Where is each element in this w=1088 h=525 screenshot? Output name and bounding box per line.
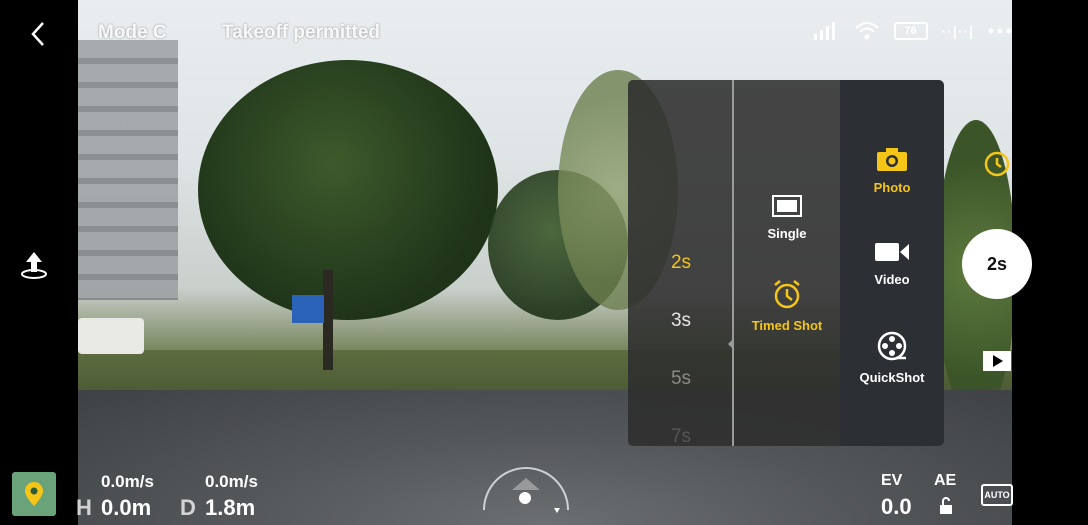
ev-value[interactable]: 0.0: [881, 494, 912, 520]
mode-photo[interactable]: Photo: [840, 146, 944, 195]
mode-quickshot[interactable]: QuickShot: [840, 330, 944, 385]
distance-value: 1.8m: [205, 495, 256, 520]
signal-icon: [813, 22, 835, 40]
camera-icon: [877, 148, 907, 171]
film-reel-icon: [877, 331, 907, 361]
ev-label: EV: [881, 472, 903, 489]
back-button[interactable]: [20, 16, 56, 52]
horizontal-speed: 0.0m/s: [205, 472, 258, 491]
gimbal-indicator: [483, 467, 569, 513]
ae-label: AE: [934, 472, 957, 489]
sub-mode-label: Single: [767, 226, 807, 241]
timer-option-3s[interactable]: 3s: [628, 310, 734, 332]
timer-option-7s[interactable]: 7s: [628, 426, 734, 446]
shutter-button[interactable]: 2s: [962, 229, 1032, 299]
timer-column[interactable]: 2s 3s 5s 7s: [628, 80, 734, 446]
sub-mode-timed-shot[interactable]: Timed Shot: [734, 278, 840, 333]
auto-exposure-button[interactable]: AUTO: [981, 484, 1013, 506]
chevron-left-icon: [31, 22, 44, 46]
distance-label: D: [180, 495, 196, 520]
battery-indicator: 76: [893, 22, 928, 40]
timer-toggle[interactable]: [980, 146, 1014, 180]
timer-icon: [984, 151, 1010, 177]
takeoff-icon: [21, 252, 47, 279]
height-value: 0.0m: [101, 495, 152, 520]
more-icon[interactable]: [988, 27, 1012, 35]
mode-video[interactable]: Video: [840, 240, 944, 287]
status-icons: 76 ··|··|: [812, 20, 1012, 42]
map-thumbnail[interactable]: [12, 472, 56, 516]
ae-lock-button[interactable]: [936, 496, 956, 516]
sub-mode-single[interactable]: Single: [734, 194, 840, 241]
gps-signal: ··|··|: [941, 23, 974, 39]
video-camera-icon: [875, 243, 909, 261]
tree-trunk: [323, 270, 333, 370]
unlock-icon: [940, 497, 952, 514]
alarm-clock-icon: [774, 280, 800, 309]
camera-mode-panel: 2s 3s 5s 7s Single Timed Shot Photo Vide…: [628, 80, 944, 446]
road-sign: [292, 295, 324, 323]
mode-label: Photo: [873, 180, 911, 195]
height-label: H: [76, 495, 92, 520]
tree: [198, 60, 498, 320]
main-mode-column: Photo Video QuickShot: [840, 80, 944, 446]
timer-selector-caret: [728, 338, 734, 350]
flight-mode: Mode C: [98, 22, 167, 43]
vertical-speed: 0.0m/s: [101, 472, 154, 491]
timer-option-5s[interactable]: 5s: [628, 368, 734, 390]
play-icon: [983, 351, 1011, 371]
timer-option-2s[interactable]: 2s: [628, 252, 734, 274]
single-frame-icon: [772, 195, 802, 217]
wifi-icon: [854, 22, 879, 40]
mode-label: Video: [874, 272, 910, 287]
van: [78, 318, 144, 354]
building: [78, 40, 178, 300]
sub-mode-column: Single Timed Shot: [734, 80, 840, 446]
map-pin-icon: [25, 482, 43, 506]
playback-button[interactable]: [982, 350, 1012, 372]
takeoff-status: Takeoff permitted: [222, 22, 381, 43]
takeoff-button[interactable]: [16, 246, 52, 282]
sub-mode-label: Timed Shot: [751, 318, 823, 333]
mode-label: QuickShot: [859, 370, 925, 385]
